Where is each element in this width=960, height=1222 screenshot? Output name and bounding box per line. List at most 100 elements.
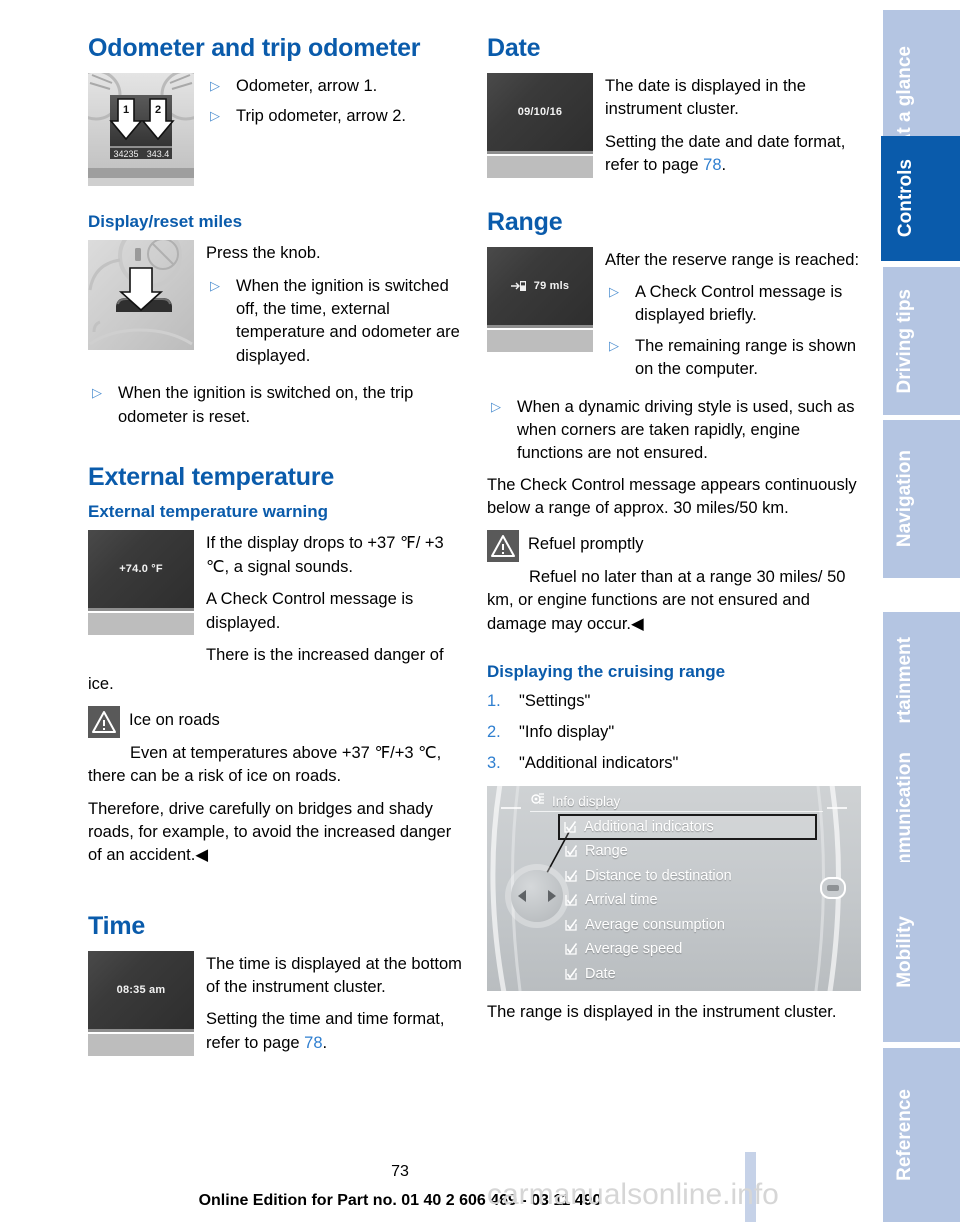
step-label: "Settings" bbox=[519, 692, 591, 711]
idrive-controller-knob[interactable] bbox=[511, 870, 563, 923]
cluster-base bbox=[487, 155, 593, 178]
settings-gear-glyph bbox=[531, 793, 544, 804]
idrive-menu-item-average-speed[interactable]: Average speed bbox=[565, 941, 815, 957]
step-number: 3. bbox=[487, 754, 501, 773]
sidebar-item-driving-tips[interactable]: Driving tips bbox=[883, 267, 960, 415]
watermark-text: carmanualsonline.info bbox=[487, 1178, 779, 1211]
range-intro: After the reserve range is reached: bbox=[605, 250, 860, 269]
checkbox-checked-icon bbox=[565, 894, 578, 906]
warning-header: Refuel promptly bbox=[487, 529, 867, 562]
step-label: "Info display" bbox=[519, 723, 615, 742]
bullet-triangle-icon: ▷ bbox=[92, 385, 102, 401]
list-item: ▷ When a dynamic driving style is used, … bbox=[487, 396, 867, 466]
list-item: ▷ Trip odometer, arrow 2. bbox=[206, 105, 468, 128]
list-item: 3. "Additional indicators" bbox=[487, 752, 867, 776]
idrive-menu-item-arrival-time[interactable]: Arrival time bbox=[565, 892, 815, 908]
idrive-menu-item-range[interactable]: Range bbox=[565, 843, 815, 859]
settings-gear-icon bbox=[530, 792, 545, 810]
warning-body-2: Therefore, drive carefully on bridges an… bbox=[88, 799, 452, 865]
knob-photo bbox=[88, 240, 194, 351]
list-item-label: Odometer, arrow 1. bbox=[236, 76, 378, 95]
warning-header: Ice on roads bbox=[88, 705, 468, 738]
cruising-range-caption: The range is displayed in the instrument… bbox=[487, 1003, 837, 1022]
temperature-text: If the display drops to +37 ℉/ +3 ℃, a s… bbox=[206, 530, 468, 667]
bullet-triangle-icon: ▷ bbox=[210, 277, 220, 293]
list-item-label: The remaining range is shown on the comp… bbox=[635, 336, 857, 379]
list-item: 2. "Info display" bbox=[487, 721, 867, 745]
temperature-figure-row: +74.0 °F If the display drops to +37 ℉/ … bbox=[88, 530, 468, 667]
range-readout: 79 mls bbox=[510, 280, 569, 292]
fuel-pump-glyph bbox=[510, 280, 526, 291]
range-bullet-list: ▷ A Check Control message is displayed b… bbox=[605, 281, 867, 382]
display-reset-bullet-list: ▷ When the ignition is switched off, the… bbox=[206, 275, 468, 369]
odometer-photo-svg: 1 2 34235 343.4 bbox=[88, 72, 194, 186]
list-item: ▷ When the ignition is switched off, the… bbox=[206, 275, 468, 369]
time-text: The time is displayed at the bottom of t… bbox=[206, 951, 468, 1056]
checkbox-checked-icon bbox=[565, 918, 578, 931]
time-paragraph-1: The time is displayed at the bottom of t… bbox=[206, 954, 462, 997]
idrive-menu-item-label: Average consumption bbox=[585, 916, 725, 933]
cluster-display: +74.0 °F bbox=[88, 530, 194, 609]
manual-page: Odometer and trip odometer 1 2 34235 343… bbox=[0, 0, 960, 1222]
list-item: ▷ A Check Control message is displayed b… bbox=[605, 281, 867, 328]
svg-text:2: 2 bbox=[155, 104, 161, 116]
sidebar-item-mobility[interactable]: Mobility bbox=[883, 862, 960, 1042]
date-paragraph-1: The date is displayed in the instrument … bbox=[605, 76, 806, 119]
odometer-photo: 1 2 34235 343.4 bbox=[88, 72, 194, 186]
section-range: Range bbox=[487, 207, 563, 236]
checkbox-glyph bbox=[564, 821, 577, 833]
checkbox-checked-icon bbox=[564, 821, 577, 833]
knob-arrows bbox=[518, 890, 556, 903]
list-item: ▷ When the ignition is switched on, the … bbox=[88, 382, 468, 429]
date-figure-row: 09/10/16 The date is displayed in the in… bbox=[487, 72, 867, 178]
time-paragraph-2: Setting the time and time format, refer … bbox=[206, 1008, 468, 1055]
warning-title: Ice on roads bbox=[129, 710, 220, 729]
warning-triangle-icon bbox=[88, 705, 120, 738]
range-paragraph: The Check Control message appears contin… bbox=[487, 475, 857, 518]
time-cluster-figure: 08:35 am bbox=[88, 950, 194, 1056]
cluster-display: 09/10/16 bbox=[487, 72, 593, 151]
warning-body-1: Even at temperatures above +37 ℉/+3 ℃, t… bbox=[88, 743, 442, 786]
knob-photo-svg bbox=[88, 240, 194, 351]
page-reference-link[interactable]: 78 bbox=[304, 1034, 322, 1052]
idrive-menu-item-distance-to-destination[interactable]: Distance to destination bbox=[565, 868, 815, 884]
checkbox-glyph bbox=[565, 844, 578, 857]
subsection-external-temperature-warning: External temperature warning bbox=[88, 501, 328, 521]
range-cluster-figure: 79 mls bbox=[487, 246, 593, 352]
sidebar-item-controls[interactable]: Controls bbox=[881, 136, 960, 261]
temperature-value: +74.0 °F bbox=[119, 563, 163, 576]
sidebar-item-reference[interactable]: Reference bbox=[883, 1048, 960, 1222]
date-paragraph-2: Setting the date and date format, refer … bbox=[605, 131, 867, 178]
idrive-menu-list: Additional indicators Range Distance to … bbox=[558, 814, 817, 991]
checkbox-checked-icon bbox=[565, 844, 578, 857]
tab-label: Driving tips bbox=[893, 288, 915, 394]
idrive-menu-item-label: Arrival time bbox=[585, 892, 658, 909]
idrive-menu-item-additional-indicators[interactable]: Additional indicators bbox=[558, 814, 817, 841]
warning-body: Refuel no later than at a range 30 miles… bbox=[487, 567, 846, 633]
bullet-triangle-icon: ▷ bbox=[609, 283, 619, 299]
time-figure-row: 08:35 am The time is displayed at the bo… bbox=[88, 950, 468, 1056]
checkbox-checked-icon bbox=[565, 943, 578, 955]
idrive-menu-item-date[interactable]: Date bbox=[565, 966, 815, 982]
checkbox-glyph bbox=[565, 967, 578, 980]
odometer-text: ▷ Odometer, arrow 1. ▷ Trip odometer, ar… bbox=[206, 73, 468, 137]
list-item: ▷ The remaining range is shown on the co… bbox=[605, 335, 867, 382]
cruising-range-steps: 1. "Settings" 2. "Info display" 3. "Addi… bbox=[487, 690, 867, 776]
range-text: After the reserve range is reached: ▷ A … bbox=[605, 247, 867, 390]
temperature-paragraph-1: If the display drops to +37 ℉/ +3 ℃, a s… bbox=[206, 534, 444, 576]
step-number: 1. bbox=[487, 692, 501, 711]
idrive-menu-item-average-consumption[interactable]: Average consumption bbox=[565, 917, 815, 933]
display-reset-text: Press the knob. ▷ When the ignition is s… bbox=[206, 240, 468, 376]
date-text: The date is displayed in the instrument … bbox=[605, 73, 867, 178]
page-title-odometer: Odometer and trip odometer bbox=[88, 34, 421, 62]
idrive-menu-item-label: Date bbox=[585, 965, 616, 982]
subsection-displaying-cruising-range: Displaying the cruising range bbox=[487, 661, 726, 681]
page-reference-link[interactable]: 78 bbox=[703, 156, 721, 174]
section-time: Time bbox=[88, 911, 146, 940]
bullet-triangle-icon: ▷ bbox=[609, 337, 619, 353]
temperature-paragraph-3: There is the increased danger of bbox=[206, 645, 444, 664]
time-value: 08:35 am bbox=[116, 983, 166, 996]
list-item-label: A Check Control message is displayed bri… bbox=[635, 282, 843, 325]
warning-refuel-promptly: Refuel promptly Refuel no later than at … bbox=[487, 529, 867, 636]
sidebar-item-navigation[interactable]: Navigation bbox=[883, 420, 960, 578]
